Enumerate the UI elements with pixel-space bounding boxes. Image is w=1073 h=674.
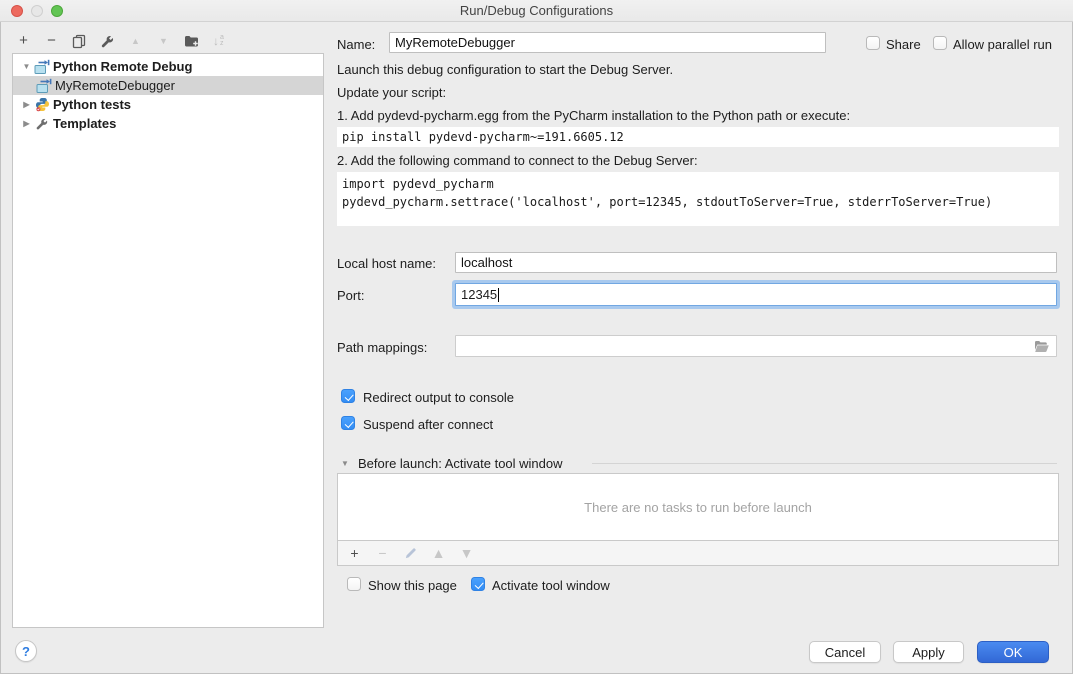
name-input[interactable]: [389, 32, 826, 53]
before-launch-divider: [592, 463, 1057, 464]
path-mappings-field[interactable]: [455, 335, 1057, 357]
chevron-collapsed-icon[interactable]: ▶: [20, 119, 33, 128]
copy-configuration-icon[interactable]: [72, 34, 87, 49]
window-title: Run/Debug Configurations: [460, 3, 613, 18]
task-list-toolbar: + − ▲ ▼: [337, 541, 1059, 566]
configurations-tree: ▼ Python Remote Debug MyRemoteDebugger ▶…: [12, 53, 324, 628]
port-value: 12345: [461, 287, 497, 302]
redirect-output-label: Redirect output to console: [363, 390, 514, 405]
before-launch-task-list[interactable]: There are no tasks to run before launch: [337, 473, 1059, 541]
ok-button[interactable]: OK: [977, 641, 1049, 663]
remove-configuration-icon[interactable]: −: [44, 31, 59, 51]
description-line-2: Update your script:: [337, 85, 446, 100]
settrace-code: import pydevd_pycharm pydevd_pycharm.set…: [337, 172, 1059, 226]
new-folder-icon[interactable]: [184, 34, 200, 48]
zoom-window-button[interactable]: [51, 5, 63, 17]
chevron-collapsed-icon[interactable]: ▶: [20, 100, 33, 109]
cancel-button[interactable]: Cancel: [809, 641, 881, 663]
empty-task-list-text: There are no tasks to run before launch: [584, 500, 812, 515]
tree-item-myremotedebugger[interactable]: MyRemoteDebugger: [13, 76, 323, 95]
sort-configurations-icon[interactable]: ↓ az: [213, 34, 224, 48]
tree-item-python-remote-debug[interactable]: ▼ Python Remote Debug: [13, 57, 323, 76]
share-label: Share: [886, 37, 921, 52]
before-launch-collapse-icon[interactable]: ▼: [341, 459, 349, 468]
titlebar: Run/Debug Configurations: [0, 0, 1073, 22]
description-line-1: Launch this debug configuration to start…: [337, 62, 673, 77]
remote-debug-config-icon: [34, 59, 50, 75]
show-this-page-checkbox[interactable]: [347, 577, 361, 591]
move-up-icon[interactable]: ▲: [128, 31, 143, 51]
activate-tool-window-label: Activate tool window: [492, 578, 610, 593]
pip-install-code: pip install pydevd-pycharm~=191.6605.12: [337, 127, 1059, 147]
name-label: Name:: [337, 37, 375, 52]
tree-item-label: MyRemoteDebugger: [55, 78, 175, 93]
local-host-name-label: Local host name:: [337, 256, 436, 271]
task-move-up-icon[interactable]: ▲: [431, 543, 446, 563]
port-input[interactable]: 12345: [455, 283, 1057, 306]
local-host-name-input[interactable]: [455, 252, 1057, 273]
browse-folder-icon[interactable]: [1034, 340, 1050, 356]
description-step-1: 1. Add pydevd-pycharm.egg from the PyCha…: [337, 108, 850, 123]
add-task-icon[interactable]: +: [347, 543, 362, 563]
show-this-page-label: Show this page: [368, 578, 457, 593]
configurations-toolbar: + − ▲ ▼ ↓ az: [16, 31, 224, 51]
move-down-icon[interactable]: ▼: [156, 31, 171, 51]
close-window-button[interactable]: [11, 5, 23, 17]
tree-item-label: Python tests: [53, 97, 131, 112]
tree-item-label: Templates: [53, 116, 116, 131]
help-button[interactable]: ?: [15, 640, 37, 662]
chevron-expanded-icon[interactable]: ▼: [20, 62, 33, 71]
remove-task-icon[interactable]: −: [375, 543, 390, 563]
settrace-code-line-1: import pydevd_pycharm: [342, 175, 1054, 193]
python-tests-icon: [34, 97, 50, 113]
port-label: Port:: [337, 288, 364, 303]
edit-task-pencil-icon[interactable]: [403, 547, 418, 560]
suspend-after-connect-label: Suspend after connect: [363, 417, 493, 432]
allow-parallel-run-checkbox[interactable]: [933, 36, 947, 50]
settrace-code-line-2: pydevd_pycharm.settrace('localhost', por…: [342, 193, 1054, 211]
minimize-window-button: [31, 5, 43, 17]
path-mappings-label: Path mappings:: [337, 340, 427, 355]
allow-parallel-run-label: Allow parallel run: [953, 37, 1052, 52]
run-debug-configurations-dialog: Run/Debug Configurations + − ▲ ▼ ↓ az ▼ …: [0, 0, 1073, 674]
apply-button[interactable]: Apply: [893, 641, 964, 663]
tree-item-label: Python Remote Debug: [53, 59, 192, 74]
text-caret: [498, 288, 499, 302]
edit-templates-wrench-icon[interactable]: [100, 34, 115, 49]
activate-tool-window-checkbox[interactable]: [471, 577, 485, 591]
redirect-output-checkbox[interactable]: [341, 389, 355, 403]
templates-wrench-icon: [34, 116, 50, 132]
share-checkbox[interactable]: [866, 36, 880, 50]
help-question-icon: ?: [22, 644, 30, 659]
remote-debug-config-icon: [36, 78, 52, 94]
task-move-down-icon[interactable]: ▼: [459, 543, 474, 563]
suspend-after-connect-checkbox[interactable]: [341, 416, 355, 430]
description-step-2: 2. Add the following command to connect …: [337, 153, 698, 168]
tree-item-python-tests[interactable]: ▶ Python tests: [13, 95, 323, 114]
before-launch-header: Before launch: Activate tool window: [358, 456, 563, 471]
add-configuration-icon[interactable]: +: [16, 31, 31, 51]
tree-item-templates[interactable]: ▶ Templates: [13, 114, 323, 133]
